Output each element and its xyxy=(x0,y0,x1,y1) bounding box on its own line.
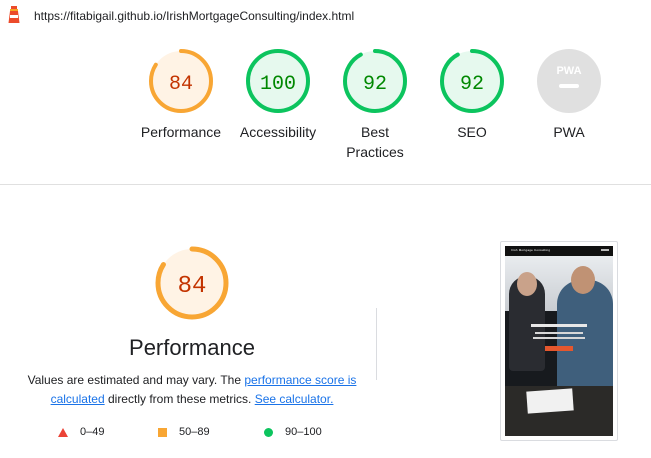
best-practices-gauge-ring: 92 xyxy=(343,49,407,113)
desc-text-1: Values are estimated and may vary. The xyxy=(27,373,245,387)
legend-pass: 90–100 xyxy=(264,426,322,438)
pwa-badge-icon: PWA xyxy=(537,49,601,113)
gauge-score: 92 xyxy=(460,73,484,96)
thumbnail-nav-title: Irish Mortgage Consulting xyxy=(511,248,551,252)
vertical-divider xyxy=(376,308,377,380)
seo-gauge-ring: 92 xyxy=(440,49,504,113)
performance-description: Values are estimated and may vary. The p… xyxy=(22,371,362,409)
score-gauges: 84 Performance 100 Accessibility 92 Best… xyxy=(0,48,651,178)
gauge-label-line2: Practices xyxy=(346,144,404,160)
page-url[interactable]: https://fitabigail.github.io/IrishMortga… xyxy=(34,9,354,23)
gauge-label-line1: Best xyxy=(360,124,389,140)
page-screenshot-thumbnail: Irish Mortgage Consulting xyxy=(505,246,613,436)
gauge-best-practices[interactable]: 92 Best Practices xyxy=(325,48,425,162)
gauge-score: 100 xyxy=(260,73,296,96)
legend-fail: 0–49 xyxy=(58,426,104,438)
gauge-seo[interactable]: 92 SEO xyxy=(422,48,522,142)
legend-range: 0–49 xyxy=(80,426,105,438)
square-icon xyxy=(158,427,167,437)
menu-icon xyxy=(601,249,609,251)
desc-text-2: directly from these metrics. xyxy=(104,392,255,406)
pwa-badge-text: PWA xyxy=(556,65,581,77)
circle-icon xyxy=(264,427,273,437)
gauge-label: Accessibility xyxy=(239,124,317,140)
performance-section: 84 Performance Values are estimated and … xyxy=(0,185,651,458)
accessibility-gauge-ring: 100 xyxy=(246,49,310,113)
gauge-performance[interactable]: 84 Performance xyxy=(131,48,231,142)
gauge-label: PWA xyxy=(553,124,585,140)
final-screenshot[interactable]: Irish Mortgage Consulting xyxy=(500,241,618,441)
legend-range: 90–100 xyxy=(285,426,322,438)
gauge-accessibility[interactable]: 100 Accessibility xyxy=(228,48,328,142)
legend-range: 50–89 xyxy=(179,426,210,438)
gauge-score: 92 xyxy=(363,73,387,96)
report-header: https://fitabigail.github.io/IrishMortga… xyxy=(0,0,651,30)
performance-title: Performance xyxy=(129,335,255,360)
thumbnail-navbar: Irish Mortgage Consulting xyxy=(505,246,613,256)
see-calculator-link[interactable]: See calculator. xyxy=(255,392,334,406)
performance-big-gauge: 84 xyxy=(155,246,229,320)
legend-average: 50–89 xyxy=(158,426,210,438)
gauge-score: 84 xyxy=(169,73,193,96)
gauge-label: SEO xyxy=(457,124,487,140)
gauge-pwa[interactable]: PWA PWA xyxy=(519,48,619,142)
gauge-label: Best Practices xyxy=(325,122,425,162)
big-gauge-score: 84 xyxy=(178,273,207,300)
gauge-label: Performance xyxy=(140,124,222,140)
lighthouse-icon xyxy=(8,6,20,23)
performance-gauge-ring: 84 xyxy=(149,49,213,113)
triangle-icon xyxy=(58,427,68,437)
